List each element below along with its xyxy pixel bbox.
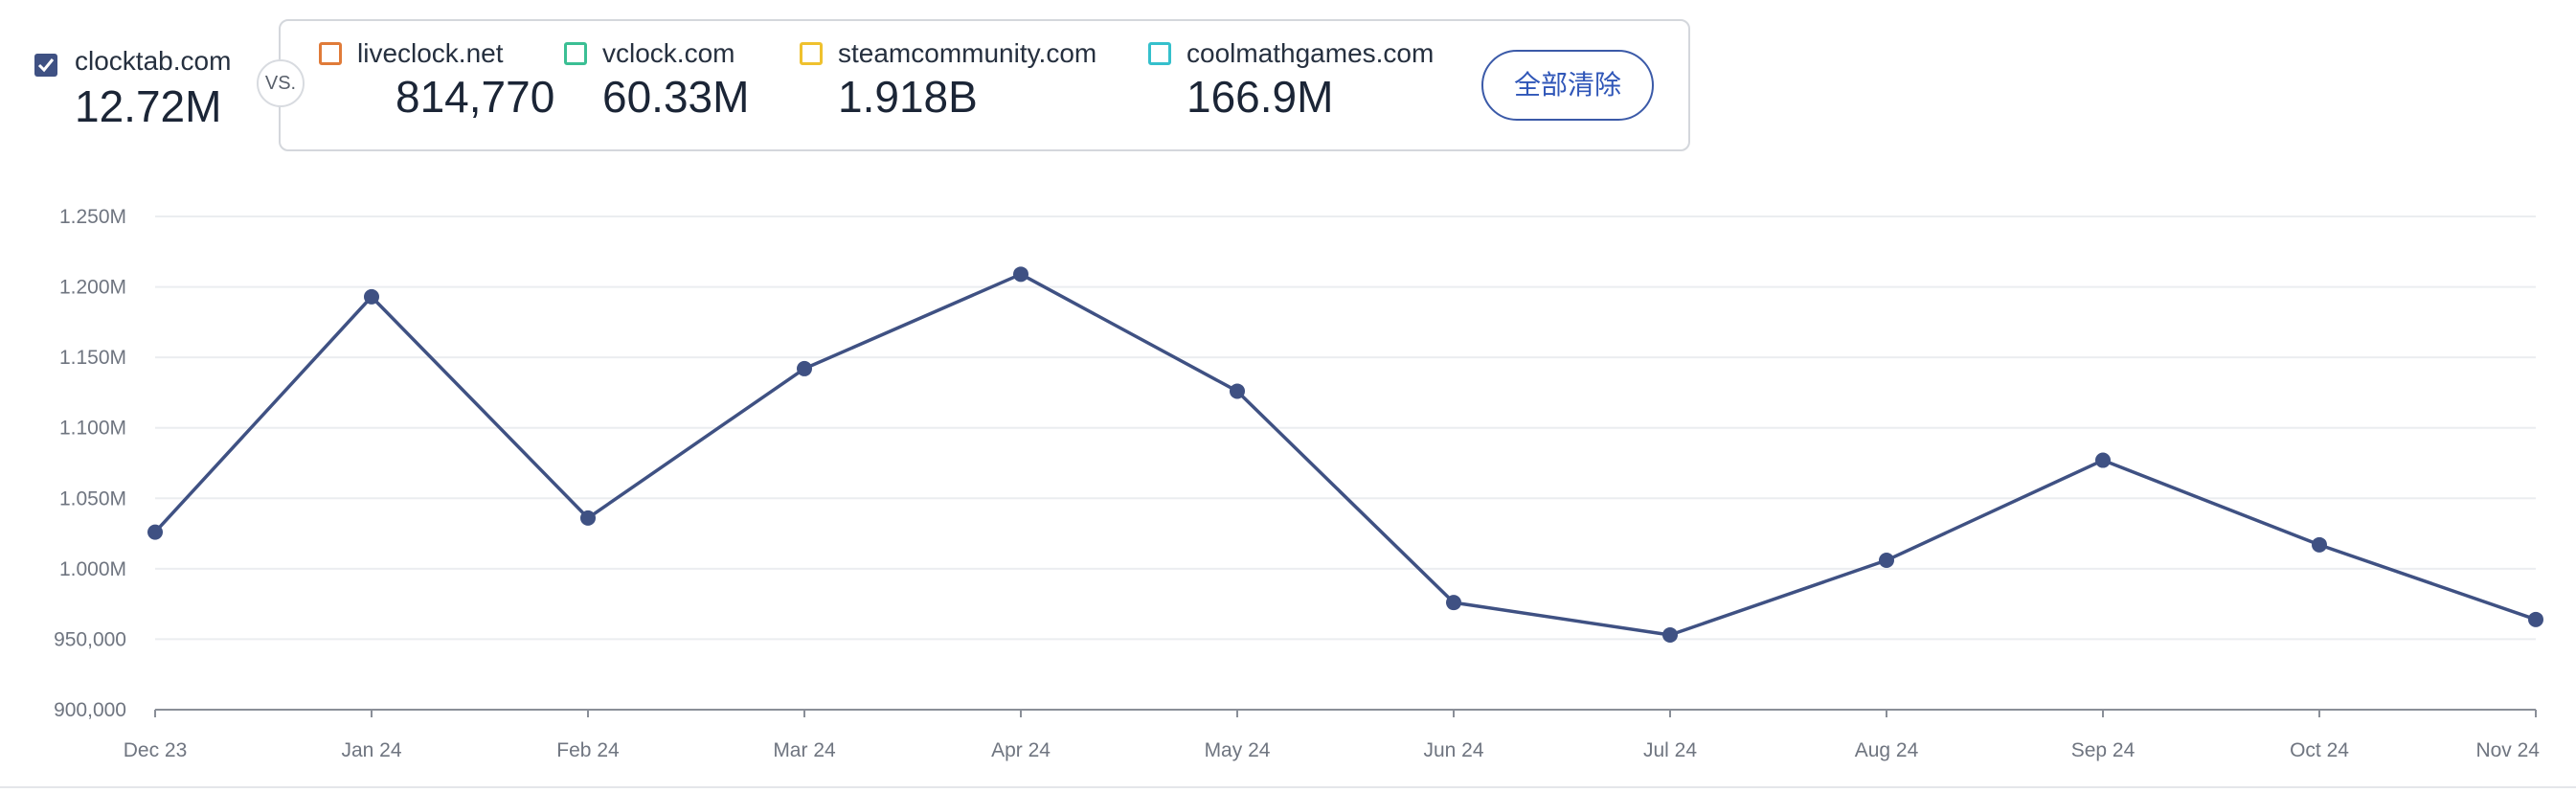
y-tick-label: 1.200M — [59, 277, 126, 299]
data-point — [1013, 266, 1028, 283]
data-point — [2095, 452, 2111, 468]
data-point — [580, 510, 596, 526]
y-tick-label: 1.250M — [59, 206, 126, 228]
x-tick-label: Jul 24 — [1643, 739, 1697, 761]
x-tick-label: Jun 24 — [1423, 739, 1483, 761]
data-point — [1230, 383, 1245, 399]
x-tick-label: Nov 24 — [2475, 739, 2540, 761]
x-tick-label: Dec 23 — [124, 739, 188, 761]
y-tick-label: 1.150M — [59, 347, 126, 369]
data-point — [797, 360, 812, 376]
data-point — [364, 288, 379, 305]
x-tick-label: Aug 24 — [1855, 739, 1919, 761]
y-tick-label: 1.100M — [59, 418, 126, 440]
x-tick-label: Oct 24 — [2290, 739, 2349, 761]
y-tick-label: 1.000M — [59, 558, 126, 580]
data-point — [1879, 553, 1894, 569]
x-tick-label: Apr 24 — [991, 739, 1051, 761]
data-point — [147, 524, 163, 540]
data-point — [2312, 536, 2327, 553]
series-line — [153, 272, 2537, 637]
data-point — [1446, 595, 1461, 611]
x-tick-label: Sep 24 — [2071, 739, 2135, 761]
x-tick-label: Mar 24 — [773, 739, 836, 761]
line-chart: 900,000 950,000 1.000M 1.050M 1.100M 1.150M 1.… — [0, 206, 2576, 788]
vs-badge: VS. — [257, 59, 305, 107]
data-point — [1662, 627, 1678, 644]
x-tick-label: Jan 24 — [341, 739, 401, 761]
data-point — [2528, 611, 2543, 627]
x-tick-label: May 24 — [1205, 739, 1271, 761]
x-tick-label: Feb 24 — [556, 739, 620, 761]
y-tick-label: 950,000 — [54, 628, 126, 650]
y-tick-label: 1.050M — [59, 487, 126, 510]
y-tick-label: 900,000 — [54, 699, 126, 721]
